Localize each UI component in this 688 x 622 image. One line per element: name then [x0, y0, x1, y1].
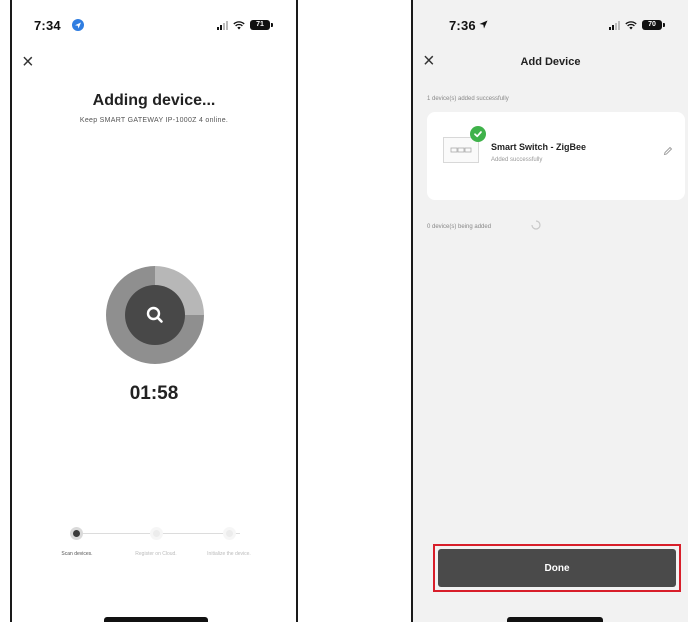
scan-center: [125, 285, 185, 345]
scan-progress-ring: [106, 266, 204, 364]
wifi-icon: [625, 20, 637, 29]
home-indicator: [104, 617, 208, 622]
status-time: 7:36: [449, 18, 476, 33]
step-3-indicator: [223, 527, 236, 540]
status-bar: 7:34 71: [12, 18, 296, 36]
status-icons: 70: [609, 20, 665, 30]
step-1-indicator: [70, 527, 83, 540]
battery-icon: 70: [642, 20, 665, 30]
step-3-label: Initialize the device.: [207, 551, 251, 557]
location-arrow-icon: [479, 20, 488, 29]
countdown-timer: 01:58: [129, 383, 179, 404]
loading-spinner-icon: [531, 220, 541, 230]
location-badge-icon: [72, 19, 84, 31]
done-button[interactable]: Done: [438, 549, 676, 587]
signal-icon: [609, 20, 620, 30]
battery-icon: 71: [250, 20, 273, 30]
step-1-label: Scan devices.: [61, 551, 93, 557]
status-bar: 7:36 70: [413, 18, 688, 36]
close-icon[interactable]: ×: [22, 52, 34, 72]
status-icons: 71: [217, 20, 273, 30]
wifi-icon: [233, 20, 245, 29]
left-phone-screen: 7:34 71 × Adding device... Keep SMART GA…: [10, 0, 298, 622]
added-count-text: 1 device(s) added successfully: [427, 96, 509, 102]
page-title: Add Device: [520, 56, 581, 68]
step-2-indicator: [150, 527, 163, 540]
switch-device-icon: [450, 147, 472, 153]
signal-icon: [217, 20, 228, 30]
page-title: Adding device...: [92, 92, 216, 109]
search-icon: [146, 306, 163, 323]
device-status: Added successfully: [491, 157, 543, 163]
pending-count-text: 0 device(s) being added: [427, 224, 492, 230]
device-card[interactable]: Smart Switch - ZigBee Added successfully: [427, 112, 685, 200]
home-indicator: [507, 617, 603, 622]
pencil-icon[interactable]: [663, 146, 673, 156]
instruction-text: Keep SMART GATEWAY IP-1000Z 4 online.: [79, 117, 229, 124]
step-2-label: Register on Cloud.: [135, 551, 177, 557]
device-name: Smart Switch - ZigBee: [491, 142, 587, 152]
status-time: 7:34: [34, 18, 61, 33]
right-phone-screen: 7:36 70 × Add Device 1 device(s) added s…: [411, 0, 688, 622]
check-icon: [470, 126, 486, 142]
